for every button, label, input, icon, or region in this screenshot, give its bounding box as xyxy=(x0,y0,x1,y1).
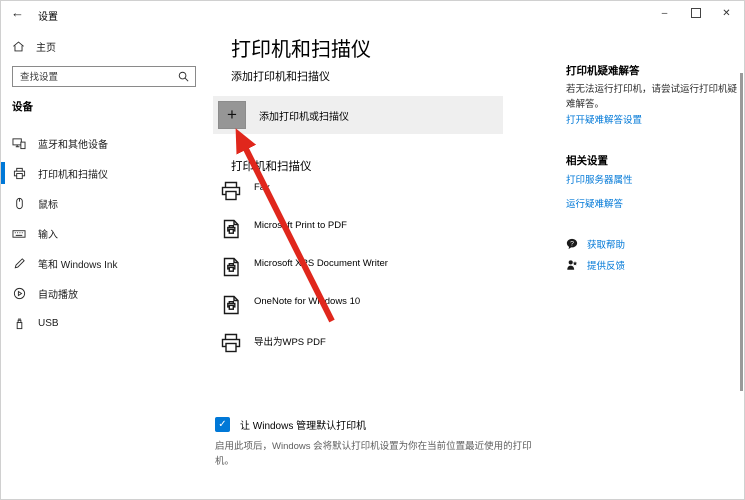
sidebar-item-home[interactable]: 主页 xyxy=(12,39,56,54)
sidebar-item-label: 笔和 Windows Ink xyxy=(38,259,118,271)
maximize-icon xyxy=(690,8,701,18)
sidebar-item-autoplay[interactable]: 自动播放 xyxy=(1,278,204,308)
devices-icon xyxy=(12,137,26,150)
sidebar-section-heading: 设备 xyxy=(12,101,33,113)
keyboard-icon xyxy=(12,227,26,240)
get-help-row[interactable]: ? 获取帮助 xyxy=(566,237,625,251)
print-server-properties-link[interactable]: 打印服务器属性 xyxy=(566,172,633,186)
usb-icon xyxy=(12,317,26,330)
print-document-icon xyxy=(223,295,239,315)
give-feedback-link[interactable]: 提供反馈 xyxy=(587,258,625,272)
settings-window: ← 设置 – ✕ 主页 设备 蓝牙和其他设备 打印机和扫描仪 xyxy=(0,0,745,500)
window-controls: – ✕ xyxy=(649,1,742,25)
sidebar-item-label: 蓝牙和其他设备 xyxy=(38,139,108,151)
printer-name: 导出为WPS PDF xyxy=(254,337,326,348)
add-printer-label: 添加打印机或扫描仪 xyxy=(259,111,349,123)
sidebar-item-typing[interactable]: 输入 xyxy=(1,218,204,248)
run-troubleshooter-link[interactable]: 运行疑难解答 xyxy=(566,196,623,210)
back-button[interactable]: ← xyxy=(11,5,24,20)
printer-icon xyxy=(12,167,26,180)
search-box xyxy=(12,66,196,87)
printer-name: Microsoft Print to PDF xyxy=(254,220,347,231)
printer-row-print-to-pdf[interactable]: Microsoft Print to PDF xyxy=(219,217,388,255)
sidebar-item-usb[interactable]: USB xyxy=(1,308,204,338)
print-document-icon xyxy=(223,219,239,239)
titlebar: ← 设置 – ✕ xyxy=(1,1,744,29)
checkmark-icon: ✓ xyxy=(218,419,227,430)
sidebar-nav: 蓝牙和其他设备 打印机和扫描仪 鼠标 输入 笔和 Windows Ink 自动播… xyxy=(1,128,204,338)
sidebar-item-label: USB xyxy=(38,317,59,329)
default-printer-setting: ✓ 让 Windows 管理默认打印机 xyxy=(215,417,366,432)
pen-icon xyxy=(12,257,26,270)
close-button[interactable]: ✕ xyxy=(711,1,742,25)
sidebar-item-mouse[interactable]: 鼠标 xyxy=(1,188,204,218)
add-printer-button[interactable]: + xyxy=(218,101,246,129)
sidebar-item-printers[interactable]: 打印机和扫描仪 xyxy=(1,158,204,188)
open-troubleshoot-settings-link[interactable]: 打开疑难解答设置 xyxy=(566,112,642,126)
printer-row-onenote[interactable]: OneNote for Windows 10 xyxy=(219,293,388,331)
get-help-link[interactable]: 获取帮助 xyxy=(587,237,625,251)
add-printer-row[interactable]: + 添加打印机或扫描仪 xyxy=(213,96,503,134)
sidebar-item-label: 自动播放 xyxy=(38,289,78,301)
default-printer-description: 启用此项后，Windows 会将默认打印机设置为你在当前位置最近使用的打印机。 xyxy=(215,441,532,468)
printer-row-wps-pdf[interactable]: 导出为WPS PDF xyxy=(219,331,388,369)
search-icon xyxy=(178,71,189,82)
plus-icon: + xyxy=(227,105,237,124)
print-document-icon xyxy=(223,257,239,277)
printer-row-fax[interactable]: Fax xyxy=(219,179,388,217)
autoplay-icon xyxy=(12,287,26,300)
minimize-button[interactable]: – xyxy=(649,1,680,25)
printer-name: Fax xyxy=(254,182,270,193)
printer-icon xyxy=(221,333,241,353)
sidebar-item-label: 鼠标 xyxy=(38,199,58,211)
mouse-icon xyxy=(12,197,26,210)
sidebar: 主页 设备 蓝牙和其他设备 打印机和扫描仪 鼠标 输入 xyxy=(1,29,204,499)
sidebar-item-bluetooth[interactable]: 蓝牙和其他设备 xyxy=(1,128,204,158)
sidebar-item-pen-windows-ink[interactable]: 笔和 Windows Ink xyxy=(1,248,204,278)
printers-section-heading: 打印机和扫描仪 xyxy=(231,161,312,173)
printer-name: Microsoft XPS Document Writer xyxy=(254,258,388,269)
maximize-button[interactable] xyxy=(680,1,711,25)
help-icon: ? xyxy=(566,238,578,250)
printer-icon xyxy=(221,181,241,201)
give-feedback-row[interactable]: 提供反馈 xyxy=(566,258,625,272)
troubleshoot-body: 若无法运行打印机，请尝试运行打印机疑难解答。 xyxy=(566,84,738,111)
printer-name: OneNote for Windows 10 xyxy=(254,296,361,307)
default-printer-checkbox[interactable]: ✓ xyxy=(215,417,230,432)
feedback-icon xyxy=(567,260,578,270)
home-icon xyxy=(13,41,24,52)
sidebar-item-label: 打印机和扫描仪 xyxy=(38,169,108,181)
search-input[interactable] xyxy=(13,68,195,87)
scrollbar-thumb[interactable] xyxy=(740,73,743,391)
printer-list: Fax Microsoft Print to PDF Microsoft XPS… xyxy=(219,179,388,369)
main-content: 打印机和扫描仪 添加打印机和扫描仪 + 添加打印机或扫描仪 打印机和扫描仪 Fa… xyxy=(204,29,556,499)
sidebar-home-label: 主页 xyxy=(36,43,56,54)
add-section-heading: 添加打印机和扫描仪 xyxy=(231,71,330,83)
related-settings-heading: 相关设置 xyxy=(566,155,608,167)
sidebar-item-label: 输入 xyxy=(38,229,58,241)
default-printer-label: 让 Windows 管理默认打印机 xyxy=(240,421,367,432)
svg-text:?: ? xyxy=(570,240,574,247)
app-title: 设置 xyxy=(38,12,58,23)
printer-row-xps-writer[interactable]: Microsoft XPS Document Writer xyxy=(219,255,388,293)
page-title: 打印机和扫描仪 xyxy=(231,39,371,61)
troubleshoot-heading: 打印机疑难解答 xyxy=(566,65,640,77)
right-panel: 打印机疑难解答 若无法运行打印机，请尝试运行打印机疑难解答。 打开疑难解答设置 … xyxy=(566,29,742,499)
